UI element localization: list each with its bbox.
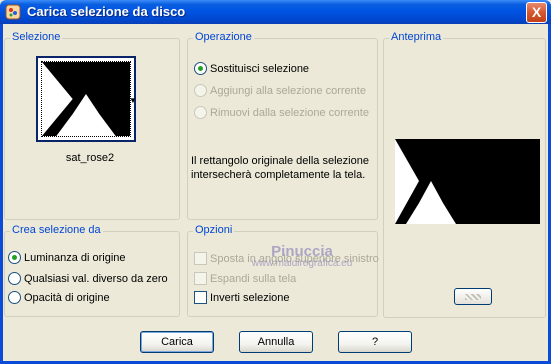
- preview-canvas: [395, 139, 540, 224]
- close-button[interactable]: X: [526, 2, 547, 23]
- radio-qualsiasi[interactable]: Qualsiasi val. diverso da zero: [8, 272, 168, 285]
- checkbox-label: Sposta in angolo superiore sinistro: [210, 252, 379, 265]
- info-line-1: Il rettangolo originale della selezione: [191, 155, 369, 167]
- opzioni-legend: Opzioni: [193, 224, 235, 236]
- close-icon: X: [531, 4, 542, 20]
- radio-label: Luminanza di origine: [24, 251, 126, 264]
- checkbox-label: Espandi sulla tela: [210, 272, 297, 285]
- radio-label: Sostituisci selezione: [210, 62, 310, 75]
- radio-aggiungi: Aggiungi alla selezione corrente: [194, 84, 366, 97]
- check-sposta: Sposta in angolo superiore sinistro: [194, 252, 379, 265]
- radio-rimuovi: Rimuovi dalla selezione corrente: [194, 106, 369, 119]
- radio-button[interactable]: [8, 251, 21, 264]
- radio-button: [194, 84, 207, 97]
- selection-thumbnail: [42, 62, 130, 136]
- radio-label: Rimuovi dalla selezione corrente: [210, 106, 369, 119]
- title-bar[interactable]: Carica selezione da disco X: [0, 0, 551, 24]
- radio-sostituisci[interactable]: Sostituisci selezione: [194, 62, 309, 75]
- pattern-icon: [465, 294, 481, 300]
- selection-thumbnail-dropdown[interactable]: [36, 56, 136, 142]
- selection-file-name: sat_rose2: [65, 152, 115, 164]
- crea-selezione-legend: Crea selezione da: [10, 224, 103, 236]
- checkbox: [194, 252, 207, 265]
- checkbox: [194, 272, 207, 285]
- radio-label: Aggiungi alla selezione corrente: [210, 84, 366, 97]
- paint-shop-pro-icon: [5, 4, 21, 20]
- radio-label: Opacità di origine: [24, 291, 110, 304]
- load-button[interactable]: Carica: [140, 331, 214, 353]
- checkbox[interactable]: [194, 291, 207, 304]
- info-line-2: intersecherà completamente la tela.: [191, 169, 366, 181]
- operazione-legend: Operazione: [193, 31, 254, 43]
- preview-image: [395, 139, 540, 224]
- check-espandi: Espandi sulla tela: [194, 272, 296, 285]
- radio-button[interactable]: [8, 291, 21, 304]
- cancel-button[interactable]: Annulla: [239, 331, 313, 353]
- radio-button[interactable]: [8, 272, 21, 285]
- selezione-legend: Selezione: [10, 31, 63, 43]
- radio-luminanza[interactable]: Luminanza di origine: [8, 251, 126, 264]
- radio-button[interactable]: [194, 62, 207, 75]
- window-title: Carica selezione da disco: [27, 4, 186, 19]
- radio-label: Qualsiasi val. diverso da zero: [24, 272, 168, 285]
- chevron-down-icon[interactable]: ▼: [129, 96, 137, 105]
- operation-info-text: Il rettangolo originale della selezione …: [191, 154, 376, 182]
- checkbox-label: Inverti selezione: [210, 291, 290, 304]
- anteprima-legend: Anteprima: [389, 31, 444, 43]
- check-inverti[interactable]: Inverti selezione: [194, 291, 290, 304]
- preview-settings-button[interactable]: [454, 288, 492, 305]
- radio-opacita[interactable]: Opacità di origine: [8, 291, 110, 304]
- radio-button: [194, 106, 207, 119]
- help-button[interactable]: ?: [338, 331, 412, 353]
